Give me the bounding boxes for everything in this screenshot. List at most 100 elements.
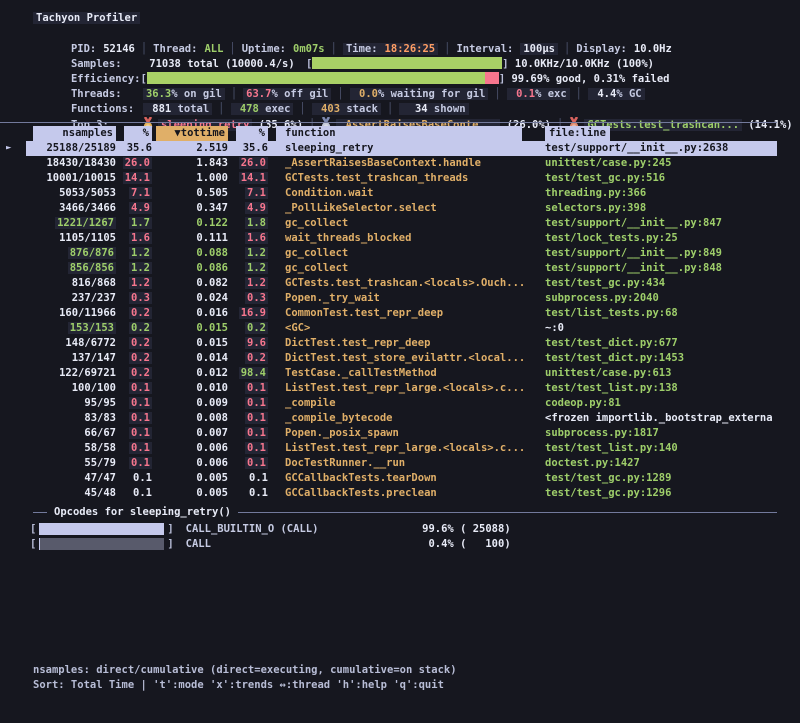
opcodes-panel: []CALL_BUILTIN_O (CALL)99.6% ( 25088)[]C…: [30, 521, 511, 551]
divider-dash: [33, 512, 47, 513]
cell-pct-direct: 0.2: [116, 366, 152, 381]
cell-function-name: ListTest.test_repr_large.<locals>.c...: [268, 441, 530, 456]
opcode-usage-bar: [39, 538, 164, 550]
cell-pct-cumulative: 9.6: [228, 336, 268, 351]
cell-function-name: CommonTest.test_repr_deep: [268, 306, 530, 321]
stat-value: 0.1% exc: [507, 88, 570, 100]
efficiency-label: Efficiency:: [71, 73, 141, 85]
cell-pct-cumulative: 0.2: [228, 321, 268, 336]
cell-pct-cumulative: 0.2: [228, 351, 268, 366]
threads-label: Threads:: [71, 87, 143, 102]
table-row[interactable]: 856/8561.20.0861.2gc_collecttest/support…: [0, 261, 777, 276]
cell-file-line: codeop.py:81: [530, 396, 777, 411]
cell-pct-direct: 1.6: [116, 231, 152, 246]
stat-value: 4.4% GC: [588, 88, 645, 100]
cell-function-name: Popen._try_wait: [268, 291, 530, 306]
table-row[interactable]: 18430/1843026.01.84326.0_AssertRaisesBas…: [0, 156, 777, 171]
table-row[interactable]: ►25188/2518935.62.51935.6sleeping_retryt…: [0, 141, 777, 156]
column-header-nsamples[interactable]: nsamples: [26, 126, 116, 141]
cell-nsamples: 100/100: [26, 381, 116, 396]
table-row[interactable]: 237/2370.30.0240.3Popen._try_waitsubproc…: [0, 291, 777, 306]
cell-pct-direct: 0.2: [116, 306, 152, 321]
cell-pct-cumulative: 14.1: [228, 171, 268, 186]
separator: │: [564, 43, 570, 55]
selected-row-marker: ►: [0, 141, 26, 156]
cell-file-line: test/support/__init__.py:2638: [530, 141, 777, 156]
opcode-usage-bar: [39, 523, 164, 535]
cell-function-name: GCCallbackTests.preclean: [268, 486, 530, 501]
cell-tottime: 0.015: [152, 321, 228, 336]
table-row[interactable]: 58/580.10.0060.1ListTest.test_repr_large…: [0, 441, 777, 456]
cell-file-line: test/test_list.py:140: [530, 441, 777, 456]
table-header-row: nsamples % ▼tottime % function file:line: [0, 126, 777, 141]
cell-pct-cumulative: 0.1: [228, 411, 268, 426]
app-title: Tachyon Profiler: [33, 12, 140, 24]
cell-function-name: DocTestRunner.__run: [268, 456, 530, 471]
table-row[interactable]: 816/8681.20.0821.2GCTests.test_trashcan.…: [0, 276, 777, 291]
table-row[interactable]: 66/670.10.0070.1Popen._posix_spawnsubpro…: [0, 426, 777, 441]
cell-nsamples: 816/868: [26, 276, 116, 291]
cell-file-line: test/test_gc.py:1289: [530, 471, 777, 486]
table-row[interactable]: 3466/34664.90.3474.9_PollLikeSelector.se…: [0, 201, 777, 216]
table-row[interactable]: 153/1530.20.0150.2<GC>~:0: [0, 321, 777, 336]
table-row[interactable]: 10001/1001514.11.00014.1GCTests.test_tra…: [0, 171, 777, 186]
threads-stats: 36.3% on gil│63.7% off gil│ 0.0% waiting…: [143, 88, 645, 100]
cell-function-name: sleeping_retry: [268, 141, 530, 156]
opcode-usage-bar-fill: [39, 523, 164, 535]
efficiency-bar: [147, 72, 499, 84]
stat-value: 881 total: [143, 103, 212, 115]
cell-file-line: selectors.py:398: [530, 201, 777, 216]
cell-tottime: 0.347: [152, 201, 228, 216]
cell-pct-cumulative: 0.1: [228, 396, 268, 411]
cell-pct-cumulative: 1.2: [228, 246, 268, 261]
cell-tottime: 0.024: [152, 291, 228, 306]
column-header-function[interactable]: function: [268, 126, 530, 141]
samples-rate-bar: [312, 57, 502, 69]
samples-rate-bar-fill: [312, 57, 502, 69]
column-header-tottime-sorted[interactable]: ▼tottime: [152, 126, 228, 141]
cell-file-line: test/support/__init__.py:847: [530, 216, 777, 231]
separator: │: [576, 88, 582, 100]
table-row[interactable]: 1105/11051.60.1111.6wait_threads_blocked…: [0, 231, 777, 246]
table-row[interactable]: 45/480.10.0050.1GCCallbackTests.preclean…: [0, 486, 777, 501]
thread-value[interactable]: ALL: [204, 43, 223, 55]
cell-file-line: unittest/case.py:613: [530, 366, 777, 381]
cell-function-name: Condition.wait: [268, 186, 530, 201]
selected-row-marker: [0, 276, 26, 291]
cell-pct-direct: 0.1: [116, 411, 152, 426]
table-row[interactable]: 83/830.10.0080.1_compile_bytecode<frozen…: [0, 411, 777, 426]
table-row[interactable]: 1221/12671.70.1221.8gc_collecttest/suppo…: [0, 216, 777, 231]
table-row[interactable]: 160/119660.20.01616.9CommonTest.test_rep…: [0, 306, 777, 321]
table-row[interactable]: 47/470.10.0050.1GCCallbackTests.tearDown…: [0, 471, 777, 486]
cell-pct-direct: 0.2: [116, 336, 152, 351]
table-row[interactable]: 55/790.10.0060.1DocTestRunner.__rundocte…: [0, 456, 777, 471]
column-header-pct-cumulative[interactable]: %: [228, 126, 268, 141]
column-header-pct-direct[interactable]: %: [116, 126, 152, 141]
column-header-file-line[interactable]: file:line: [530, 126, 777, 141]
cell-nsamples: 66/67: [26, 426, 116, 441]
selected-row-marker: [0, 381, 26, 396]
cell-file-line: doctest.py:1427: [530, 456, 777, 471]
cell-tottime: 0.008: [152, 411, 228, 426]
cell-file-line: unittest/case.py:245: [530, 156, 777, 171]
table-row[interactable]: 95/950.10.0090.1_compilecodeop.py:81: [0, 396, 777, 411]
selected-row-marker: [0, 426, 26, 441]
separator: │: [337, 88, 343, 100]
selected-row-marker: [0, 351, 26, 366]
table-row[interactable]: 137/1470.20.0140.2DictTest.test_store_ev…: [0, 351, 777, 366]
opcode-name: CALL: [174, 538, 386, 550]
cell-pct-direct: 0.1: [116, 471, 152, 486]
table-row[interactable]: 100/1000.10.0100.1ListTest.test_repr_lar…: [0, 381, 777, 396]
table-row[interactable]: 876/8761.20.0881.2gc_collecttest/support…: [0, 246, 777, 261]
cell-pct-direct: 0.1: [116, 456, 152, 471]
table-row[interactable]: 122/697210.20.01298.4TestCase._callTestM…: [0, 366, 777, 381]
cell-tottime: 0.010: [152, 381, 228, 396]
cell-nsamples: 1221/1267: [26, 216, 116, 231]
cell-nsamples: 5053/5053: [26, 186, 116, 201]
table-row[interactable]: 5053/50537.10.5057.1Condition.waitthread…: [0, 186, 777, 201]
cell-tottime: 0.111: [152, 231, 228, 246]
cell-file-line: test/test_gc.py:1296: [530, 486, 777, 501]
table-row[interactable]: 148/67720.20.0159.6DictTest.test_repr_de…: [0, 336, 777, 351]
cell-file-line: test/list_tests.py:68: [530, 306, 777, 321]
selected-row-marker: [0, 246, 26, 261]
